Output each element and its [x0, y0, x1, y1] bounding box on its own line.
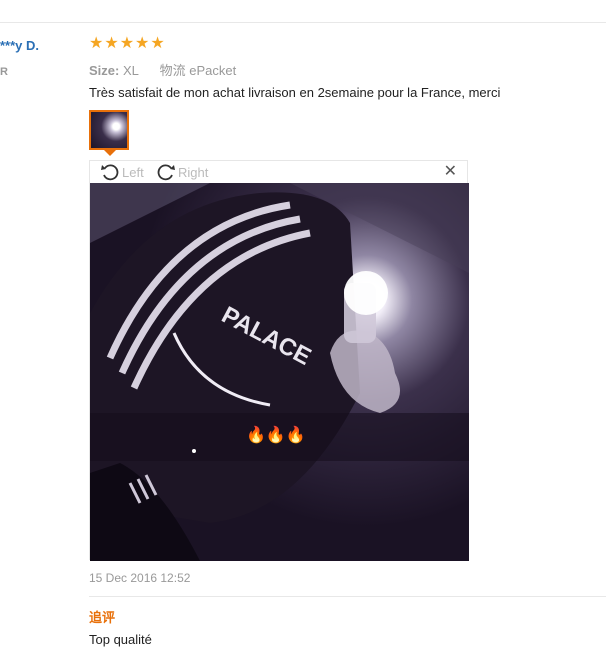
star-icon: ★ — [89, 35, 104, 52]
followup-label: 追评 — [89, 610, 116, 625]
selected-thumbnail-caret — [104, 150, 116, 156]
star-icon: ★ — [150, 35, 165, 52]
reviewer-name[interactable]: ***y D. — [0, 38, 39, 53]
star-icon: ★ — [104, 35, 119, 52]
rotate-right-icon — [157, 164, 175, 181]
close-icon[interactable]: ✕ — [444, 164, 457, 180]
size-label: Size: — [89, 63, 120, 78]
reviewer-country: R — [0, 66, 8, 78]
size-value: XL — [122, 63, 139, 78]
rotate-right-label: Right — [178, 164, 209, 180]
photo-caption-emojis: 🔥🔥🔥 — [246, 425, 306, 444]
review-text: Très satisfait de mon achat livraison en… — [89, 85, 501, 100]
photo-viewer: Left Right ✕ PALACE 🔥🔥🔥 — [89, 160, 469, 561]
review-photo-thumbnail[interactable] — [89, 110, 129, 150]
star-icon: ★ — [135, 35, 150, 52]
review-date: 15 Dec 2016 12:52 — [89, 571, 191, 585]
rotate-left-icon — [101, 164, 119, 181]
followup-divider — [89, 596, 606, 597]
logistics-label: 物流 — [159, 63, 186, 78]
top-divider — [0, 22, 606, 23]
rotate-left-label: Left — [122, 164, 144, 180]
product-attributes: Size: XL 物流 ePacket — [89, 60, 236, 79]
star-icon: ★ — [119, 35, 135, 52]
rating-stars: ★ ★ ★ ★ ★ — [89, 36, 165, 52]
rotate-right-button[interactable]: Right — [156, 163, 208, 181]
review-photo: PALACE 🔥🔥🔥 — [90, 183, 469, 561]
viewer-toolbar: Left Right ✕ — [90, 161, 467, 183]
followup-text: Top qualité — [89, 632, 152, 647]
logistics-value: ePacket — [189, 63, 237, 78]
rotate-left-button[interactable]: Left — [100, 163, 144, 181]
